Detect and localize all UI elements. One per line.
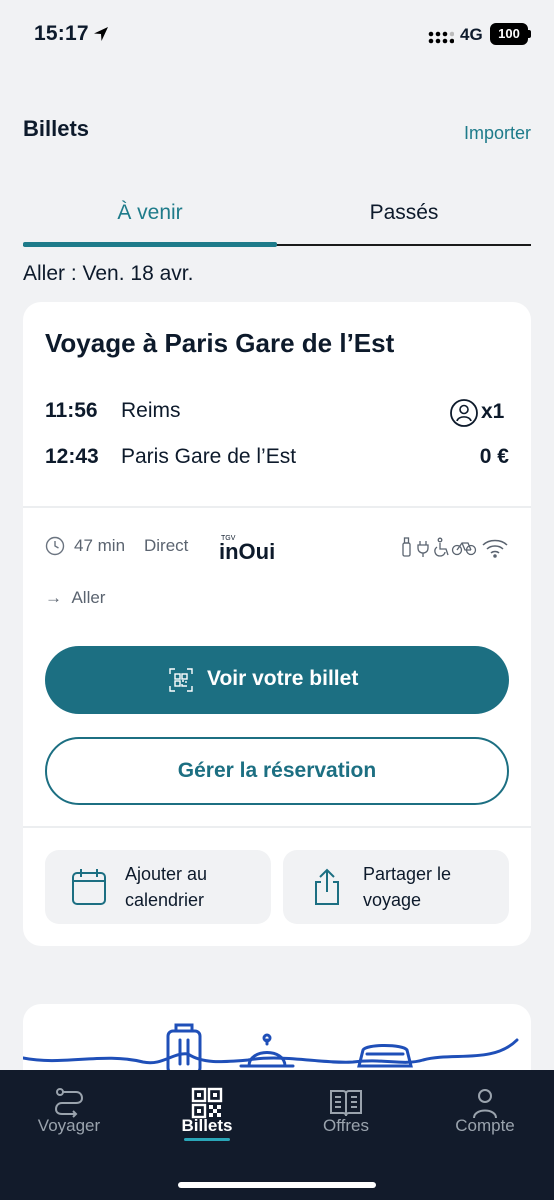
add-to-calendar-button[interactable]: Ajouter au calendrier [45, 850, 271, 924]
passenger-icon [450, 399, 478, 427]
calendar-icon [72, 869, 106, 905]
import-link[interactable]: Importer [464, 123, 531, 144]
qr-code-icon [169, 668, 193, 692]
luggage-icon [166, 1023, 202, 1075]
power-plug-icon [417, 541, 429, 557]
departure-time: 11:56 [45, 399, 98, 422]
bike-icon [451, 542, 477, 556]
trip-title: Voyage à Paris Gare de l’Est [45, 328, 395, 358]
view-ticket-button[interactable]: Voir votre billet [45, 646, 509, 714]
status-bar: 15:17 4G 100 [0, 0, 554, 70]
trip-direction: → Aller [45, 588, 105, 608]
tab-upcoming[interactable]: À venir [23, 186, 277, 246]
user-icon [473, 1089, 497, 1119]
arrival-time: 12:43 [45, 445, 99, 468]
bottle-icon [402, 537, 411, 557]
manage-booking-button[interactable]: Gérer la réservation [45, 737, 509, 805]
ticket-tabs: À venir Passés [23, 186, 531, 248]
status-time: 15:17 [34, 22, 89, 45]
passenger-count: x1 [481, 400, 505, 423]
trip-type: Direct [144, 536, 189, 555]
signal-icon [428, 31, 454, 44]
share-trip-label: Partager le voyage [363, 864, 452, 910]
trip-info-row: 47 min Direct TGV inOui [45, 534, 511, 562]
wifi-icon [482, 539, 508, 558]
card-divider [23, 826, 531, 828]
trip-date: Aller : Ven. 18 avr. [23, 262, 194, 285]
route-icon [54, 1088, 84, 1118]
share-icon [315, 868, 339, 905]
tab-voyager-label: Voyager [37, 1116, 101, 1135]
card-divider [23, 506, 531, 508]
departure-station: Reims [121, 399, 181, 422]
cloche-icon [239, 1033, 295, 1068]
tab-active-indicator [23, 242, 277, 247]
view-ticket-label: Voir votre billet [207, 667, 359, 690]
tab-past[interactable]: Passés [277, 186, 531, 246]
bottom-tab-bar: Voyager Billets Offres Compte [0, 1070, 554, 1200]
page-title: Billets [23, 116, 90, 141]
direction-label: Aller [71, 588, 106, 607]
battery-icon: 100 [490, 23, 528, 45]
trip-card[interactable]: Voyage à Paris Gare de l’Est 11:56 Reims… [23, 302, 531, 946]
add-to-calendar-label: Ajouter au calendrier [125, 864, 208, 910]
network-type: 4G [460, 25, 483, 44]
tab-offres-label: Offres [323, 1116, 369, 1135]
wheelchair-icon [434, 537, 449, 557]
qr-ticket-icon [191, 1087, 223, 1119]
arrival-station: Paris Gare de l’Est [121, 445, 297, 468]
share-trip-button[interactable]: Partager le voyage [283, 850, 509, 924]
tab-billets[interactable]: Billets [138, 1070, 276, 1170]
clock-icon [45, 536, 65, 556]
amenities-icons [402, 537, 508, 558]
location-arrow-icon [94, 27, 108, 41]
home-indicator[interactable] [178, 1182, 376, 1188]
tab-offres[interactable]: Offres [277, 1070, 415, 1170]
tab-compte-label: Compte [455, 1116, 515, 1135]
inoui-logo: TGV inOui [219, 535, 275, 562]
tab-active-indicator [184, 1138, 230, 1141]
book-icon [330, 1090, 362, 1117]
tab-billets-label: Billets [181, 1116, 233, 1135]
tab-compte[interactable]: Compte [416, 1070, 554, 1170]
trip-duration: 47 min [74, 536, 126, 555]
trip-price: 0 € [479, 445, 509, 468]
battery-cap [528, 30, 531, 38]
arrow-right-icon: → [45, 588, 72, 607]
inoui-logo-text: inOui [219, 539, 275, 562]
tab-voyager[interactable]: Voyager [0, 1070, 138, 1170]
